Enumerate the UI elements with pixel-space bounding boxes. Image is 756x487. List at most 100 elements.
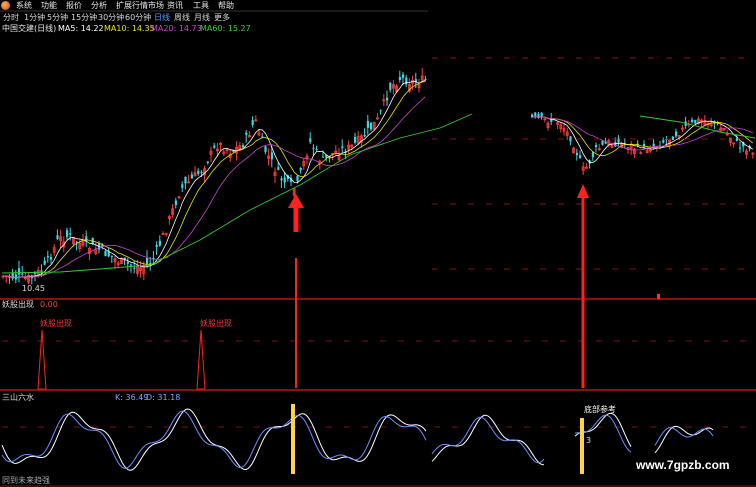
candle-body <box>146 257 149 264</box>
candle-body <box>21 273 24 275</box>
chart-canvas[interactable] <box>0 0 756 487</box>
ma5-line-right <box>531 116 754 164</box>
candle-body <box>315 149 318 151</box>
signal-mark-right <box>657 294 660 299</box>
candle-body <box>40 270 43 272</box>
candle-body <box>370 122 373 130</box>
k-line-far <box>654 425 714 454</box>
candle-body <box>280 178 283 181</box>
kd-small-mark: 3 <box>586 436 592 445</box>
candle-body <box>264 146 267 152</box>
candle-body <box>245 132 248 135</box>
candle-body <box>569 136 572 142</box>
candle-body <box>296 176 299 182</box>
candle-body <box>197 170 200 174</box>
candle-body <box>299 167 302 171</box>
candle-body <box>379 110 382 112</box>
candle-body <box>213 145 216 148</box>
candle-body <box>595 145 598 147</box>
signal-panel-value: 0.00 <box>40 300 58 309</box>
candle-body <box>277 167 280 170</box>
k-value-label: K: 36.49 <box>115 393 149 402</box>
candle-body <box>130 264 133 266</box>
candle-body <box>181 184 184 188</box>
candle-body <box>158 240 161 246</box>
candle-body <box>341 146 344 149</box>
candle-body <box>126 262 129 264</box>
candle-body <box>18 268 21 275</box>
signal-label-1: 妖股出现 <box>40 319 72 328</box>
candle-body <box>312 147 315 149</box>
candle-body <box>43 260 46 265</box>
candle-body <box>184 176 187 184</box>
candle-body <box>155 245 158 247</box>
arrow-head-1 <box>288 194 304 208</box>
buy-bar-1 <box>291 404 295 474</box>
candle-body <box>261 136 264 138</box>
candle-body <box>200 172 203 174</box>
candle-body <box>386 97 389 101</box>
watermark: www.7gpzb.com <box>636 458 730 472</box>
signal-spike-1 <box>37 329 47 390</box>
grid-dashes <box>2 57 746 428</box>
candle-body <box>251 120 254 125</box>
candle-body <box>133 267 136 269</box>
candle-body <box>322 156 325 158</box>
candle-body <box>66 230 69 237</box>
candle-body <box>389 83 392 90</box>
candle-body <box>591 152 594 158</box>
candle-body <box>366 120 369 128</box>
candle-body <box>46 256 49 258</box>
candle-body <box>190 174 193 179</box>
candle-body <box>540 112 543 117</box>
k-line <box>1 408 427 471</box>
bottom-reference-label: 底部参考 <box>584 405 616 414</box>
candle-body <box>283 177 286 183</box>
buy-bar-2 <box>580 418 584 474</box>
ma-lines <box>1 80 756 278</box>
ma10-line <box>2 81 426 278</box>
d-line-mid <box>431 416 545 464</box>
candle-body <box>206 161 209 163</box>
candle-body <box>354 136 357 143</box>
candles-left <box>1 68 427 285</box>
candle-body <box>11 272 14 279</box>
candle-body <box>50 257 53 260</box>
kd-panel-title: 三山六水 <box>2 393 34 402</box>
candle-body <box>309 138 312 142</box>
candle-body <box>104 251 107 257</box>
candle-body <box>85 236 88 242</box>
bottom-status-text: 同到未来趋强 <box>2 476 50 485</box>
d-value-label: D: 31.18 <box>146 393 181 402</box>
candle-body <box>675 131 678 137</box>
ma20-line <box>2 96 426 278</box>
candle-body <box>694 119 697 124</box>
d-line <box>1 410 427 469</box>
candle-body <box>363 134 366 137</box>
candle-body <box>110 255 113 257</box>
signal-spike-2 <box>196 329 206 390</box>
candle-body <box>579 155 582 159</box>
buy-arrows <box>288 184 589 388</box>
ma60-line <box>1 113 473 274</box>
signal-panel-title: 妖股出现 <box>2 300 34 309</box>
candle-body <box>174 200 177 206</box>
candle-body <box>739 147 742 149</box>
candle-body <box>56 235 59 239</box>
candle-body <box>69 233 72 235</box>
candle-body <box>671 136 674 140</box>
candle-body <box>735 138 738 141</box>
ma5-line <box>2 80 426 278</box>
arrow-head-2 <box>577 184 589 198</box>
candle-body <box>601 140 604 145</box>
candle-body <box>575 152 578 156</box>
candle-body <box>398 77 401 80</box>
candle-body <box>402 74 405 78</box>
low-price-label: 10.45 <box>22 284 45 293</box>
candle-body <box>424 78 427 80</box>
candle-body <box>691 119 694 123</box>
candle-body <box>14 274 17 280</box>
signal-label-2: 妖股出现 <box>200 319 232 328</box>
candle-body <box>534 112 537 116</box>
candle-body <box>270 152 273 160</box>
